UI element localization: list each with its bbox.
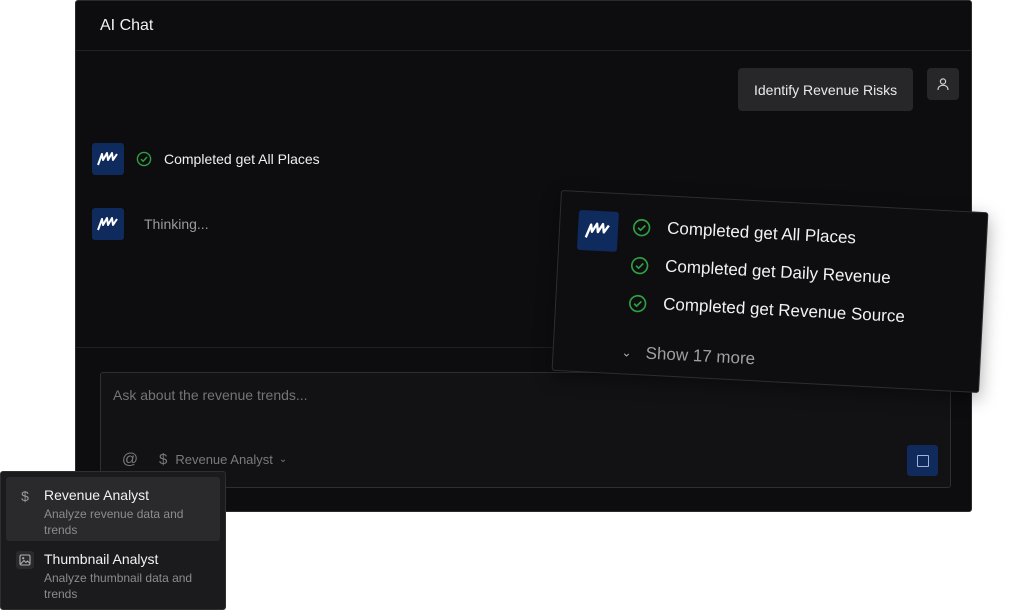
user-message-text: Identify Revenue Risks — [754, 81, 898, 98]
chevron-down-icon: ⌄ — [278, 454, 288, 465]
assistant-logo-icon — [92, 143, 124, 175]
agent-option-thumbnail-analyst[interactable]: Thumbnail Analyst Analyze thumbnail data… — [6, 541, 220, 605]
stop-button[interactable] — [907, 445, 938, 476]
check-circle-icon — [629, 294, 647, 312]
agent-selector[interactable]: $ Revenue Analyst ⌄ — [159, 451, 287, 468]
show-more-toggle[interactable]: ⌄ Show 17 more — [621, 342, 756, 369]
bot-status-text: Completed get All Places — [164, 151, 320, 167]
check-circle-icon — [631, 256, 649, 274]
show-more-label: Show 17 more — [645, 343, 756, 369]
bot-status-row: Completed get All Places — [92, 143, 320, 175]
agent-option-description: Analyze revenue data and trends — [44, 507, 184, 537]
check-circle-icon — [633, 218, 651, 236]
chevron-down-icon: ⌄ — [621, 345, 633, 360]
user-avatar[interactable] — [927, 68, 959, 100]
message-input[interactable] — [113, 387, 933, 403]
agent-option-title: Revenue Analyst — [44, 487, 150, 503]
at-icon: @ — [121, 451, 139, 468]
dollar-icon: $ — [21, 488, 29, 504]
tool-call-item: Completed get Daily Revenue — [630, 255, 892, 289]
mention-button[interactable]: @ — [121, 451, 139, 469]
tool-call-text: Completed get Daily Revenue — [664, 256, 892, 288]
tool-calls-card: Completed get All Places Completed get D… — [551, 189, 989, 394]
check-circle-icon — [136, 151, 152, 167]
tool-call-item: Completed get All Places — [632, 217, 857, 249]
agent-option-title: Thumbnail Analyst — [44, 551, 159, 567]
assistant-logo-icon — [92, 208, 124, 240]
agent-option-revenue-analyst[interactable]: $ Revenue Analyst Analyze revenue data a… — [6, 477, 220, 541]
message-composer: @ $ Revenue Analyst ⌄ — [100, 372, 951, 488]
user-message-bubble: Identify Revenue Risks — [738, 68, 914, 111]
title-bar: AI Chat — [76, 1, 971, 51]
tool-call-text: Completed get All Places — [666, 218, 857, 248]
tool-call-text: Completed get Revenue Source — [662, 294, 906, 327]
dollar-icon: $ — [159, 451, 168, 468]
stop-icon — [916, 454, 929, 467]
agent-dropdown-menu: $ Revenue Analyst Analyze revenue data a… — [0, 471, 226, 610]
user-icon — [937, 78, 949, 91]
image-icon — [16, 551, 34, 569]
bot-thinking-row: Thinking... — [92, 208, 209, 240]
assistant-logo-icon — [576, 209, 619, 252]
window-title: AI Chat — [100, 16, 154, 34]
thinking-indicator: Thinking... — [144, 216, 209, 232]
agent-option-description: Analyze thumbnail data and trends — [44, 571, 193, 601]
agent-selector-label: Revenue Analyst — [175, 452, 273, 467]
tool-call-item: Completed get Revenue Source — [628, 293, 906, 327]
